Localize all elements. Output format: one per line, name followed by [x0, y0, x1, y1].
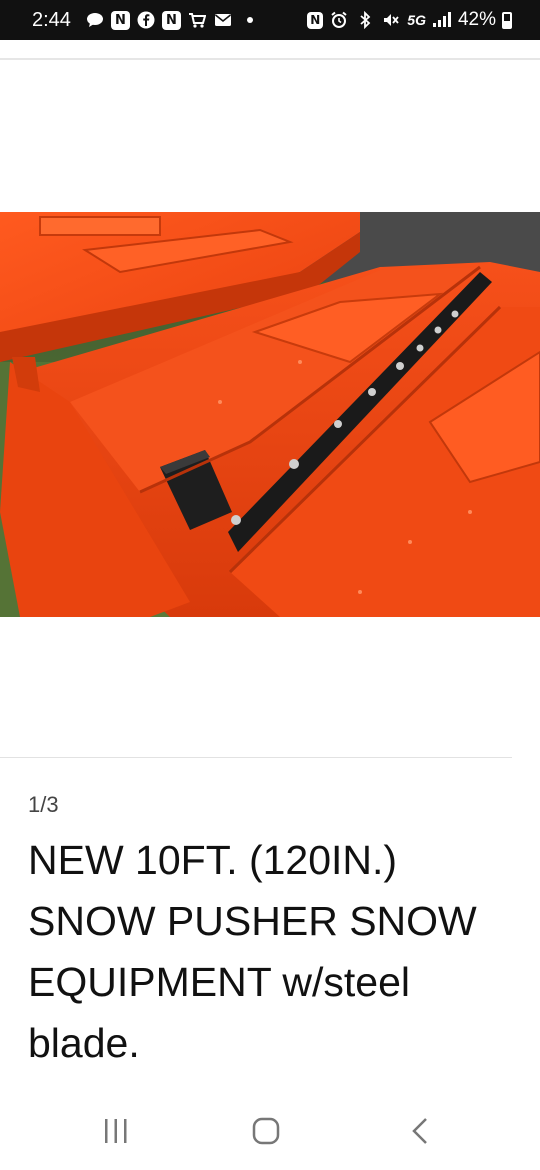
nfc-icon: N	[307, 11, 324, 29]
status-bar: 2:44 N N N 5G 42%	[0, 0, 540, 40]
bluetooth-icon	[355, 10, 375, 30]
status-bar-right: N 5G 42%	[307, 9, 512, 31]
system-nav-bar	[0, 1098, 540, 1170]
alarm-icon	[329, 10, 349, 30]
back-icon	[412, 1118, 427, 1144]
product-photo[interactable]	[0, 212, 540, 617]
home-icon	[252, 1117, 280, 1145]
recents-icon	[105, 1119, 127, 1143]
status-bar-left: 2:44 N N	[32, 9, 253, 32]
mute-icon	[381, 10, 401, 30]
recents-button[interactable]	[86, 1114, 146, 1148]
n-app-icon: N	[110, 10, 130, 30]
chat-bubble-icon	[85, 10, 105, 30]
signal-icon	[432, 10, 452, 30]
n-app-icon: N	[161, 10, 181, 30]
home-button[interactable]	[236, 1114, 296, 1148]
snow-pusher-image	[0, 212, 540, 617]
listing-title: NEW 10FT. (120IN.) SNOW PUSHER SNOW EQUI…	[28, 837, 477, 1066]
cart-icon	[187, 10, 207, 30]
notification-dot-icon	[246, 17, 253, 23]
mail-icon	[213, 10, 233, 30]
divider	[0, 757, 512, 758]
divider	[0, 58, 540, 60]
battery-icon	[502, 11, 512, 29]
back-button[interactable]	[390, 1114, 450, 1148]
battery-percent: 42%	[457, 9, 496, 30]
facebook-icon	[136, 10, 156, 30]
image-counter: 1/3	[28, 792, 59, 817]
5g-icon: 5G	[407, 12, 426, 28]
clock: 2:44	[32, 8, 71, 31]
